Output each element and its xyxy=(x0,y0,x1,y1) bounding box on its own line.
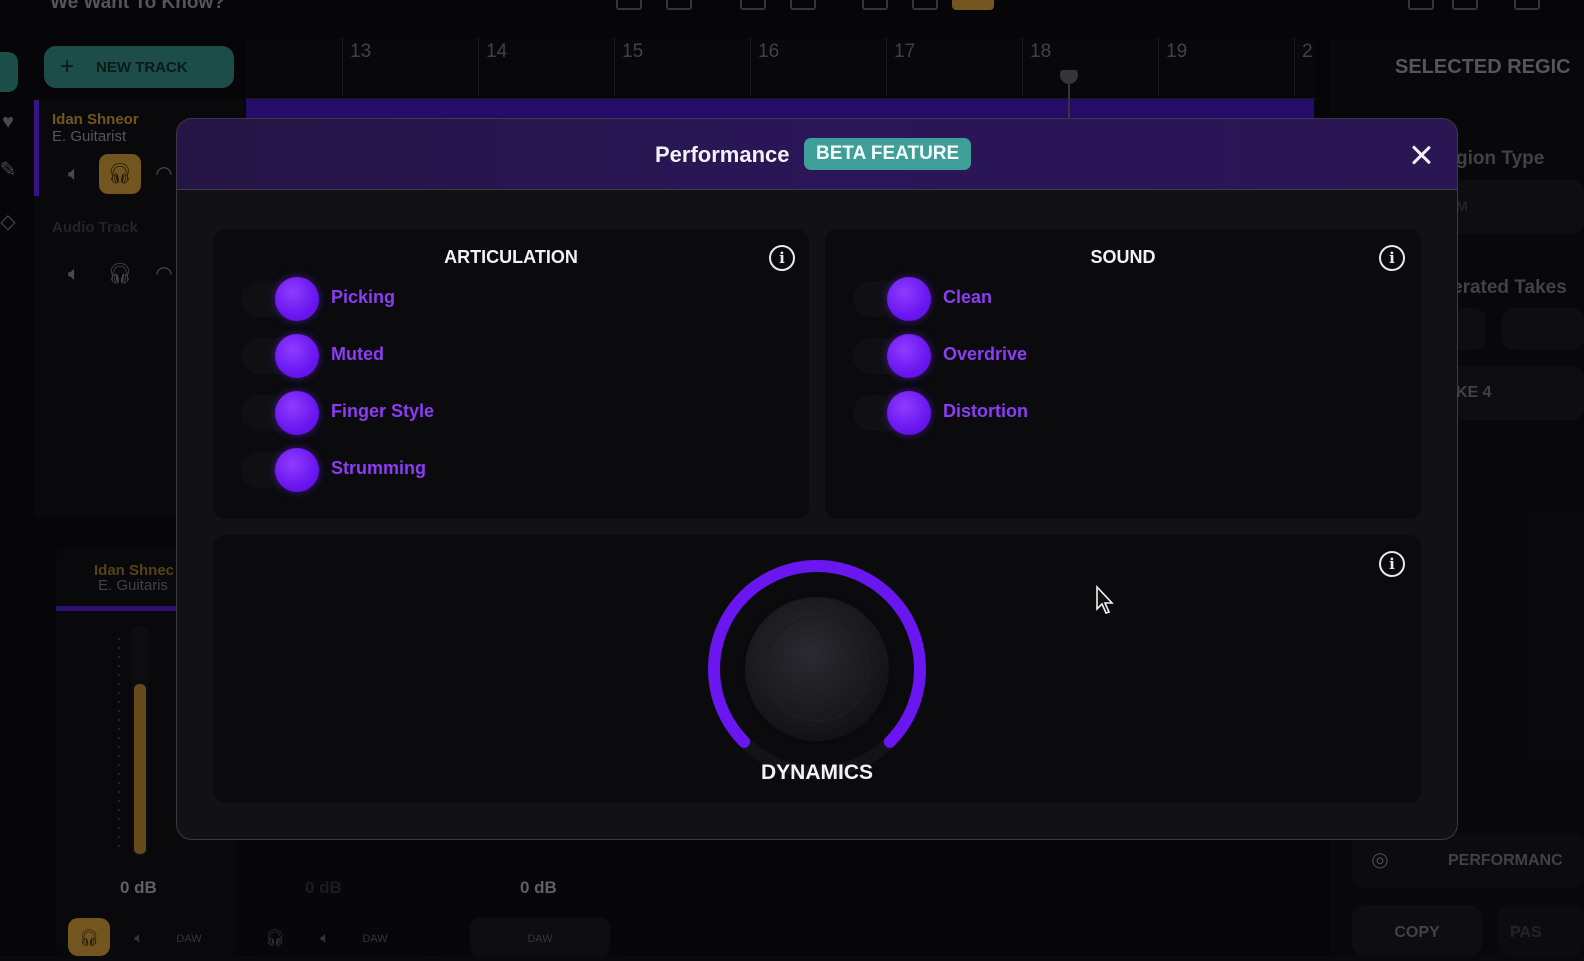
dynamics-dial[interactable] xyxy=(701,553,933,785)
option-toggle[interactable]: Finger Style xyxy=(241,391,541,435)
info-icon[interactable]: i xyxy=(1379,551,1405,577)
option-toggle[interactable]: Picking xyxy=(241,277,541,321)
performance-modal: Performance BETA FEATURE ARTICULATION i … xyxy=(176,118,1458,840)
option-label: Overdrive xyxy=(943,344,1028,364)
beta-badge: BETA FEATURE xyxy=(804,138,972,170)
option-label: Muted xyxy=(331,344,384,364)
option-label: Finger Style xyxy=(331,401,435,421)
option-label: Distortion xyxy=(943,401,1028,421)
option-label: Picking xyxy=(331,287,396,307)
modal-title: Performance xyxy=(655,142,790,167)
option-toggle[interactable]: Clean xyxy=(853,277,1153,321)
option-toggle[interactable]: Muted xyxy=(241,334,541,378)
toggle-knob[interactable] xyxy=(275,334,319,378)
sound-title: SOUND xyxy=(1090,247,1156,267)
toggle-knob[interactable] xyxy=(887,277,931,321)
toggle-knob[interactable] xyxy=(275,391,319,435)
close-icon[interactable] xyxy=(1405,139,1437,171)
sound-card: SOUND i Clean Overdrive Distortion xyxy=(825,229,1421,519)
dynamics-label: DYNAMICS xyxy=(760,761,873,784)
option-label: Strumming xyxy=(331,458,427,478)
toggle-knob[interactable] xyxy=(275,277,319,321)
option-toggle[interactable]: Strumming xyxy=(241,448,541,492)
toggle-knob[interactable] xyxy=(275,448,319,492)
option-toggle[interactable]: Distortion xyxy=(853,391,1153,435)
articulation-title: ARTICULATION xyxy=(444,247,578,267)
info-icon[interactable]: i xyxy=(769,245,795,271)
option-toggle[interactable]: Overdrive xyxy=(853,334,1153,378)
mouse-cursor-icon xyxy=(1096,585,1114,614)
articulation-card: ARTICULATION i Picking Muted Finger Style S… xyxy=(213,229,809,519)
option-label: Clean xyxy=(943,287,993,307)
modal-header: Performance BETA FEATURE xyxy=(177,119,1457,190)
toggle-knob[interactable] xyxy=(887,334,931,378)
toggle-knob[interactable] xyxy=(887,391,931,435)
info-icon[interactable]: i xyxy=(1379,245,1405,271)
